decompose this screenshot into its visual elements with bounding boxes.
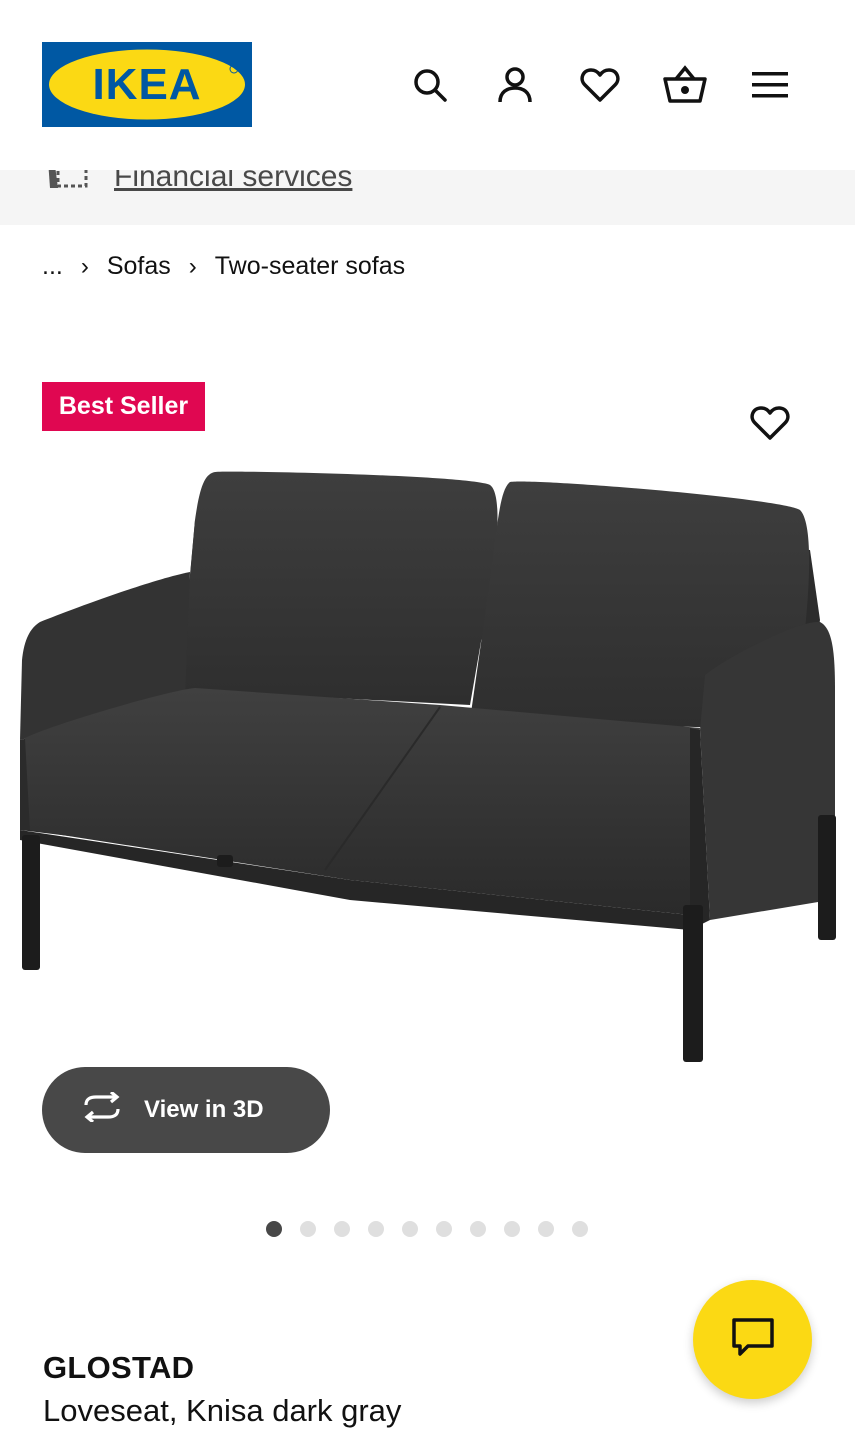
carousel-dot[interactable] xyxy=(538,1221,554,1237)
product-image[interactable] xyxy=(10,460,845,1070)
carousel-dot[interactable] xyxy=(436,1221,452,1237)
carousel-dot[interactable] xyxy=(368,1221,384,1237)
heart-icon xyxy=(750,405,790,446)
search-icon[interactable] xyxy=(405,60,455,110)
chat-icon xyxy=(730,1316,776,1363)
product-name: GLOSTAD xyxy=(43,1350,195,1385)
rotate-3d-icon xyxy=(80,1090,124,1129)
carousel-dot[interactable] xyxy=(470,1221,486,1237)
carousel-dot[interactable] xyxy=(402,1221,418,1237)
svg-text:IKEA: IKEA xyxy=(92,60,201,109)
breadcrumb: ... › Sofas › Two-seater sofas xyxy=(42,252,405,281)
cart-icon[interactable] xyxy=(660,60,710,110)
carousel-dot[interactable] xyxy=(300,1221,316,1237)
add-to-favorites-button[interactable] xyxy=(745,400,795,450)
view-in-3d-button[interactable]: View in 3D xyxy=(42,1067,330,1153)
best-seller-badge: Best Seller xyxy=(42,382,205,431)
breadcrumb-separator: › xyxy=(188,252,197,280)
chat-button[interactable] xyxy=(693,1280,812,1399)
product-description: Loveseat, Knisa dark gray xyxy=(43,1393,402,1428)
account-icon[interactable] xyxy=(490,60,540,110)
breadcrumb-separator: › xyxy=(80,252,89,280)
view-in-3d-label: View in 3D xyxy=(144,1096,264,1123)
carousel-dot[interactable] xyxy=(334,1221,350,1237)
breadcrumb-item-sofas[interactable]: Sofas xyxy=(107,252,171,281)
ikea-logo[interactable]: IKEA xyxy=(42,42,252,127)
carousel-dots xyxy=(266,1221,588,1237)
breadcrumb-ellipsis[interactable]: ... xyxy=(42,252,63,281)
breadcrumb-item-two-seater-sofas[interactable]: Two-seater sofas xyxy=(215,252,405,281)
carousel-dot[interactable] xyxy=(504,1221,520,1237)
site-header: IKEA xyxy=(0,0,855,170)
carousel-dot[interactable] xyxy=(266,1221,282,1237)
menu-icon[interactable] xyxy=(745,60,795,110)
heart-icon[interactable] xyxy=(575,60,625,110)
carousel-dot[interactable] xyxy=(572,1221,588,1237)
